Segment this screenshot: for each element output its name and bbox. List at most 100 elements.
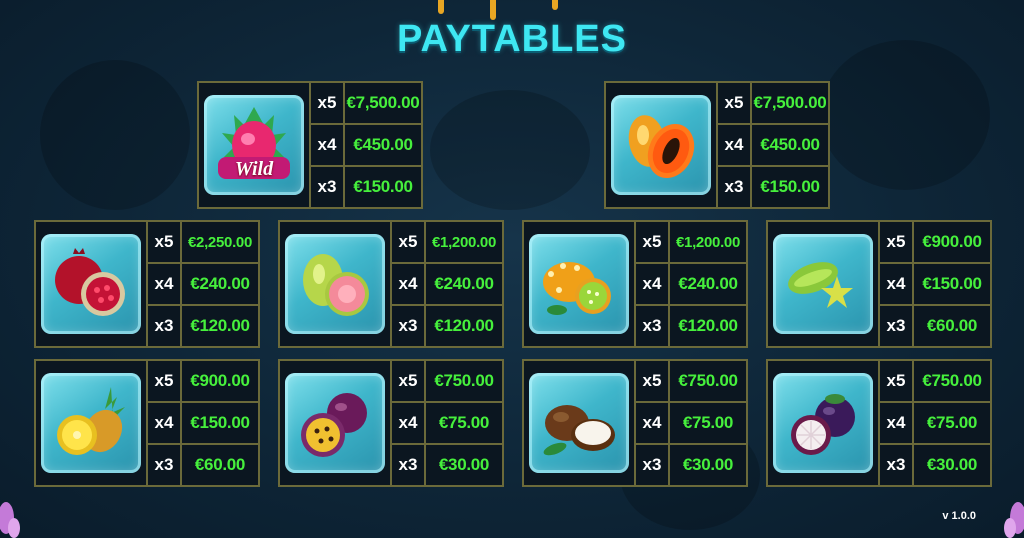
multiplier-label: x3 bbox=[636, 445, 670, 485]
pay-row: x3 €150.00 bbox=[311, 167, 421, 207]
payout-value: €240.00 bbox=[434, 274, 494, 293]
payout-value: €450.00 bbox=[760, 135, 820, 154]
payout-value: €150.00 bbox=[760, 177, 820, 196]
symbol-tile bbox=[285, 373, 385, 473]
multiplier-label: x4 bbox=[718, 125, 752, 165]
flower-decoration-left bbox=[0, 502, 20, 538]
page-title: PAYTABLES bbox=[396, 18, 627, 60]
multiplier-label: x3 bbox=[148, 306, 182, 346]
pay-row: x4 €150.00 bbox=[880, 264, 990, 306]
pay-row: x3 €60.00 bbox=[148, 445, 258, 485]
multiplier-label: x3 bbox=[311, 167, 345, 207]
multiplier-label: x4 bbox=[148, 264, 182, 304]
multiplier-label: x4 bbox=[880, 264, 914, 304]
pay-row: x5 €1,200.00 bbox=[636, 222, 746, 264]
payout-value: €120.00 bbox=[678, 316, 738, 335]
payout-value: €750.00 bbox=[922, 371, 982, 390]
pay-row: x3 €30.00 bbox=[636, 445, 746, 485]
wild-label: Wild bbox=[234, 158, 274, 180]
multiplier-label: x5 bbox=[148, 361, 182, 401]
symbol-tile bbox=[529, 373, 629, 473]
papaya-icon bbox=[628, 115, 695, 179]
pay-row: x3 €120.00 bbox=[148, 306, 258, 346]
symbol-tile bbox=[773, 234, 873, 334]
symbol-tile: Wild bbox=[204, 95, 304, 195]
multiplier-label: x5 bbox=[311, 83, 345, 123]
multiplier-label: x3 bbox=[718, 167, 752, 207]
pay-rows: x5 €750.00 x4 €75.00 x3 €30.00 bbox=[392, 361, 502, 485]
paytable-panel-wild: Wild x5 €7,500.00 x4 €450.00 x3 €150.00 bbox=[197, 81, 423, 209]
symbol-tile bbox=[773, 373, 873, 473]
paytable-panel-passionfruit: x5 €750.00 x4 €75.00 x3 €30.00 bbox=[278, 359, 504, 487]
multiplier-label: x5 bbox=[880, 361, 914, 401]
pay-row: x5 €7,500.00 bbox=[718, 83, 828, 125]
background-fruit-decoration bbox=[430, 90, 590, 210]
pay-row: x4 €240.00 bbox=[636, 264, 746, 306]
pay-rows: x5 €900.00 x4 €150.00 x3 €60.00 bbox=[880, 222, 990, 346]
multiplier-label: x4 bbox=[392, 403, 426, 443]
pay-rows: x5 €750.00 x4 €75.00 x3 €30.00 bbox=[636, 361, 746, 485]
pay-rows: x5 €1,200.00 x4 €240.00 x3 €120.00 bbox=[636, 222, 746, 346]
pay-row: x5 €750.00 bbox=[880, 361, 990, 403]
symbol-tile bbox=[41, 373, 141, 473]
multiplier-label: x3 bbox=[636, 306, 670, 346]
payout-value: €1,200.00 bbox=[675, 233, 741, 251]
payout-value: €150.00 bbox=[353, 177, 413, 196]
payout-value: €30.00 bbox=[682, 455, 734, 474]
multiplier-label: x4 bbox=[636, 403, 670, 443]
pomegranate-icon bbox=[55, 248, 125, 316]
honey-drip-decoration bbox=[490, 0, 496, 20]
multiplier-label: x5 bbox=[148, 222, 182, 262]
pay-rows: x5 €2,250.00 x4 €240.00 x3 €120.00 bbox=[148, 222, 258, 346]
payout-value: €120.00 bbox=[190, 316, 250, 335]
payout-value: €450.00 bbox=[353, 135, 413, 154]
pay-row: x4 €75.00 bbox=[636, 403, 746, 445]
pineapple-icon bbox=[57, 387, 125, 455]
pay-row: x3 €120.00 bbox=[392, 306, 502, 346]
multiplier-label: x5 bbox=[392, 361, 426, 401]
mangosteen-icon bbox=[791, 394, 855, 455]
payout-value: €900.00 bbox=[922, 232, 982, 251]
multiplier-label: x5 bbox=[392, 222, 426, 262]
payout-value: €120.00 bbox=[434, 316, 494, 335]
payout-value: €60.00 bbox=[926, 316, 978, 335]
flower-decoration-right bbox=[1004, 502, 1024, 538]
payout-value: €2,250.00 bbox=[187, 233, 253, 251]
symbol-tile bbox=[285, 234, 385, 334]
pay-row: x4 €240.00 bbox=[392, 264, 502, 306]
payout-value: €60.00 bbox=[194, 455, 246, 474]
version-label: v 1.0.0 bbox=[942, 510, 976, 522]
multiplier-label: x4 bbox=[392, 264, 426, 304]
pay-row: x3 €60.00 bbox=[880, 306, 990, 346]
multiplier-label: x5 bbox=[636, 222, 670, 262]
payout-value: €240.00 bbox=[190, 274, 250, 293]
pay-rows: x5 €7,500.00 x4 €450.00 x3 €150.00 bbox=[311, 83, 421, 207]
paytable-panel-papaya: x5 €7,500.00 x4 €450.00 x3 €150.00 bbox=[604, 81, 830, 209]
pay-row: x4 €75.00 bbox=[880, 403, 990, 445]
honey-drip-decoration bbox=[552, 0, 558, 10]
paytable-panel-pomegranate: x5 €2,250.00 x4 €240.00 x3 €120.00 bbox=[34, 220, 260, 348]
pay-row: x5 €2,250.00 bbox=[148, 222, 258, 264]
starfruit-icon bbox=[788, 262, 853, 308]
multiplier-label: x3 bbox=[148, 445, 182, 485]
multiplier-label: x3 bbox=[392, 306, 426, 346]
multiplier-label: x3 bbox=[880, 306, 914, 346]
payout-value: €30.00 bbox=[438, 455, 490, 474]
pay-rows: x5 €1,200.00 x4 €240.00 x3 €120.00 bbox=[392, 222, 502, 346]
pay-row: x4 €150.00 bbox=[148, 403, 258, 445]
passionfruit-icon bbox=[301, 393, 367, 457]
multiplier-label: x5 bbox=[718, 83, 752, 123]
symbol-tile bbox=[529, 234, 629, 334]
multiplier-label: x5 bbox=[880, 222, 914, 262]
multiplier-label: x4 bbox=[148, 403, 182, 443]
paytable-panel-guava: x5 €1,200.00 x4 €240.00 x3 €120.00 bbox=[278, 220, 504, 348]
honey-drip-decoration bbox=[438, 0, 444, 14]
payout-value: €75.00 bbox=[926, 413, 978, 432]
pay-row: x3 €150.00 bbox=[718, 167, 828, 207]
payout-value: €1,200.00 bbox=[431, 233, 497, 251]
payout-value: €240.00 bbox=[678, 274, 738, 293]
pay-row: x5 €7,500.00 bbox=[311, 83, 421, 125]
symbol-tile bbox=[611, 95, 711, 195]
paytable-panel-pineapple: x5 €900.00 x4 €150.00 x3 €60.00 bbox=[34, 359, 260, 487]
payout-value: €7,500.00 bbox=[346, 93, 420, 112]
